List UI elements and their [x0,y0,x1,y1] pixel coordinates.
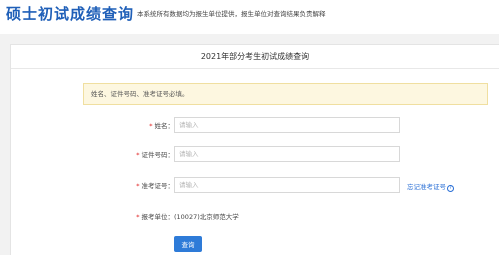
name-input[interactable] [174,117,400,133]
page-title: 硕士初试成绩查询 [6,5,135,23]
page-description: 本系统所有数据均为报生单位提供，报生单位对查询结果负责解释 [137,10,326,18]
id-number-label-text: 证件号码： [141,151,175,159]
unit-row: * 报考单位： (10027)北京师范大学 [11,208,499,224]
name-row: * 姓名： [11,117,499,133]
required-mark: * [149,122,153,130]
unit-label-text: 报考单位： [141,213,175,221]
required-mark: * [136,213,140,221]
card-title: 2021年部分考生初试成绩查询 [11,45,499,69]
help-icon: ? [447,185,454,192]
query-button[interactable]: 查询 [174,236,202,252]
id-number-label: * 证件号码： [136,149,174,159]
unit-value: (10027)北京师范大学 [174,213,239,221]
required-mark: * [136,182,140,190]
top-header: 硕士初试成绩查询 本系统所有数据均为报生单位提供，报生单位对查询结果负责解释 [0,0,499,34]
id-number-row: * 证件号码： [11,146,499,162]
forgot-exam-number-text: 忘记准考证号 [407,183,446,191]
exam-number-row: *准考证号： 忘记准考证号? [11,177,499,193]
required-notice: 姓名、证件号码、准考证号必填。 [83,83,488,105]
exam-number-input[interactable] [174,177,400,193]
unit-label: * 报考单位： [136,211,174,221]
exam-number-label: * 准考证号： [136,180,174,190]
name-label-text: 姓名： [154,122,175,130]
exam-number-label-text: 准考证号： [141,182,175,190]
forgot-exam-number-link[interactable]: 忘记准考证号? [407,181,454,192]
id-number-input[interactable] [174,146,400,162]
query-card: 2021年部分考生初试成绩查询 姓名、证件号码、准考证号必填。 *姓名： *证件… [10,44,499,255]
name-label: * 姓名： [149,120,174,130]
required-mark: * [136,151,140,159]
